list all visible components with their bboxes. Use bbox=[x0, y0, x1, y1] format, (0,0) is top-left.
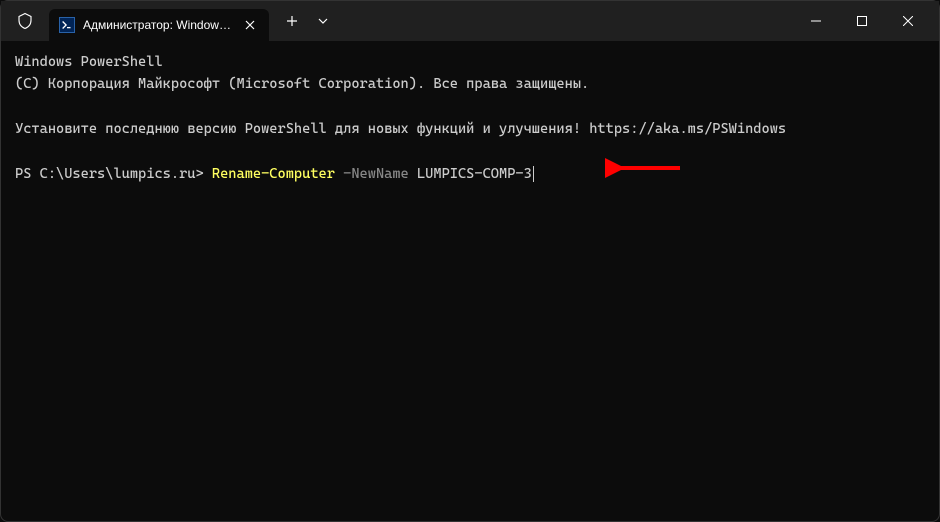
active-tab[interactable]: Администратор: Windows Pc bbox=[49, 9, 269, 41]
close-button[interactable] bbox=[885, 5, 931, 37]
titlebar: Администратор: Windows Pc bbox=[1, 1, 939, 41]
window-controls bbox=[793, 5, 931, 37]
output-line: (C) Корпорация Майкрософт (Microsoft Cor… bbox=[15, 73, 925, 95]
tab-dropdown-button[interactable] bbox=[311, 6, 335, 36]
prompt-text: PS C:\Users\lumpics.ru> bbox=[15, 166, 212, 182]
terminal-content[interactable]: Windows PowerShell (C) Корпорация Майкро… bbox=[1, 41, 939, 195]
powershell-icon bbox=[59, 17, 75, 33]
cmdlet-text: Rename-Computer bbox=[212, 166, 335, 182]
maximize-button[interactable] bbox=[839, 5, 885, 37]
param-text: -NewName bbox=[335, 166, 417, 182]
output-line: Установите последнюю версию PowerShell д… bbox=[15, 118, 925, 140]
tab-title: Администратор: Windows Pc bbox=[83, 18, 233, 32]
blank-line bbox=[15, 141, 925, 163]
text-cursor bbox=[533, 166, 534, 182]
output-line: Windows PowerShell bbox=[15, 51, 925, 73]
blank-line bbox=[15, 96, 925, 118]
prompt-line: PS C:\Users\lumpics.ru> Rename-Computer … bbox=[15, 163, 925, 185]
new-tab-button[interactable] bbox=[277, 6, 307, 36]
shield-icon bbox=[13, 9, 37, 33]
arg-text: LUMPICS-COMP-3 bbox=[417, 166, 532, 182]
minimize-button[interactable] bbox=[793, 5, 839, 37]
tab-close-button[interactable] bbox=[241, 16, 259, 34]
